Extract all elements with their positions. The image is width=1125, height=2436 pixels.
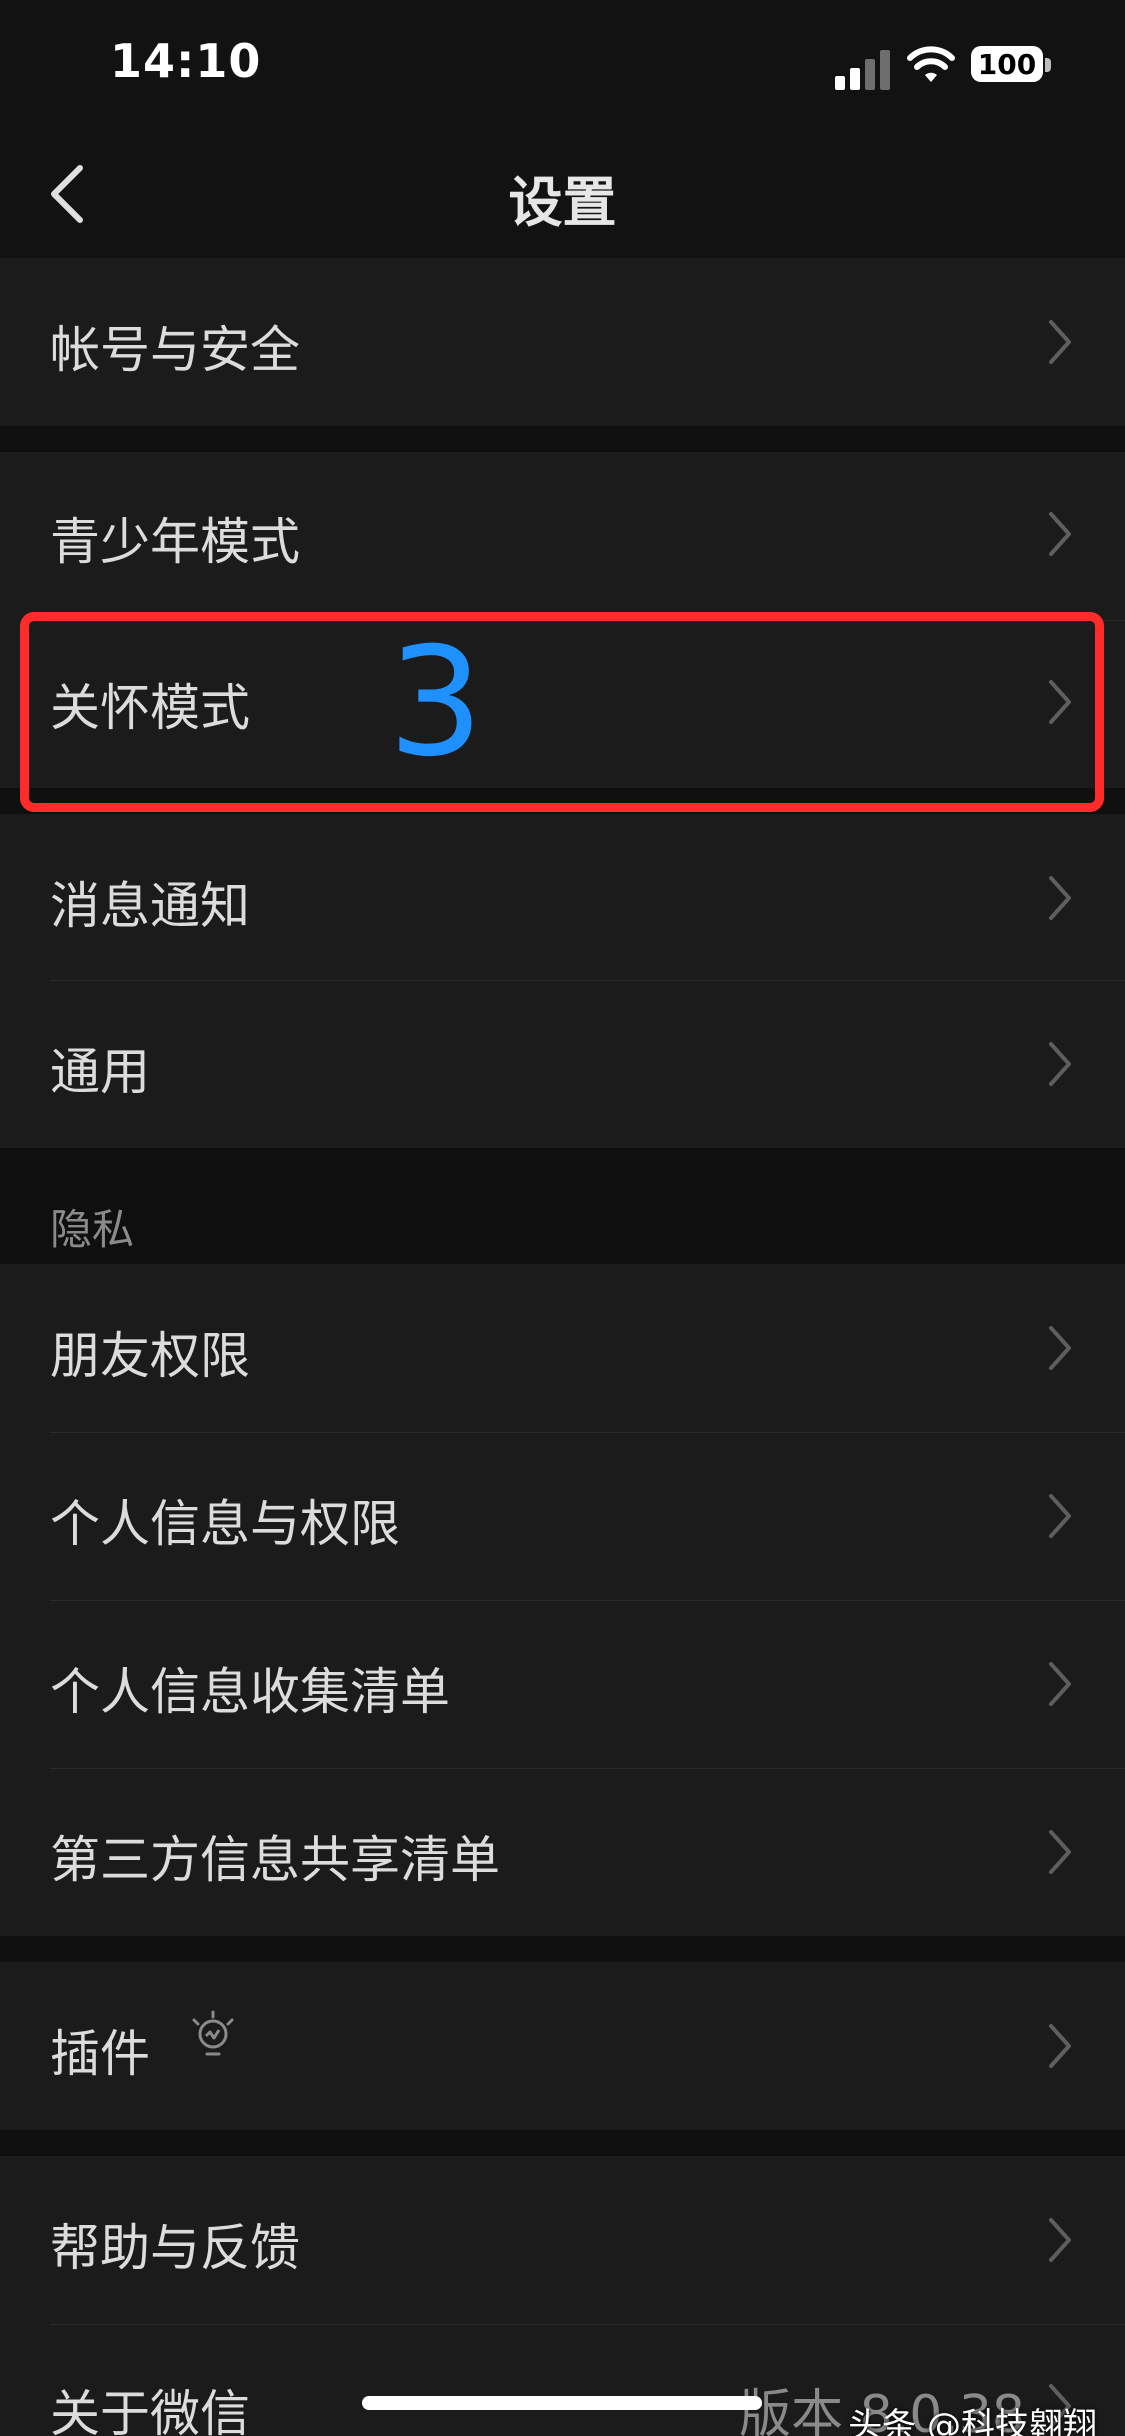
divider — [50, 2324, 1125, 2325]
chevron-right-icon — [1049, 2024, 1071, 2068]
battery-tip — [1045, 58, 1051, 72]
divider — [50, 1600, 1125, 1601]
settings-item-label: 关于微信 — [50, 2385, 250, 2436]
settings-item-label: 第三方信息共享清单 — [50, 1831, 500, 1889]
settings-screen: 14:10 100 设置 帐号与安全 青少年模式 关怀模式 消息通知 通用 隐私… — [0, 0, 1125, 2436]
chevron-right-icon — [1049, 512, 1071, 556]
lightbulb-icon — [192, 2010, 234, 2056]
settings-item-label: 个人信息收集清单 — [50, 1663, 450, 1721]
wifi-icon — [907, 46, 955, 82]
chevron-right-icon — [1049, 1326, 1071, 1370]
settings-item-plugins[interactable]: 插件 — [0, 1962, 1125, 2130]
settings-item-notifications[interactable]: 消息通知 — [0, 814, 1125, 980]
settings-item-label: 帐号与安全 — [50, 321, 300, 379]
signal-icon — [835, 50, 890, 90]
settings-item-label: 帮助与反馈 — [50, 2219, 300, 2277]
nav-bar: 设置 — [0, 130, 1125, 258]
chevron-right-icon — [1049, 1494, 1071, 1538]
watermark: 头条 @科技翱翔 — [848, 2406, 1097, 2436]
settings-item-general[interactable]: 通用 — [0, 980, 1125, 1148]
chevron-right-icon — [1049, 876, 1071, 920]
chevron-right-icon — [1049, 2218, 1071, 2262]
divider — [50, 1432, 1125, 1433]
status-bar: 14:10 100 — [0, 0, 1125, 130]
settings-item-label: 通用 — [50, 1043, 150, 1101]
settings-item-label: 朋友权限 — [50, 1327, 250, 1385]
page-title: 设置 — [508, 171, 617, 234]
step-number: 3 — [388, 616, 484, 790]
divider — [50, 980, 1125, 981]
highlight-box — [20, 612, 1104, 812]
settings-item-youth-mode[interactable]: 青少年模式 — [0, 452, 1125, 620]
settings-item-label: 个人信息与权限 — [50, 1495, 400, 1553]
status-time: 14:10 — [110, 34, 262, 88]
settings-item-label: 插件 — [50, 2025, 150, 2083]
status-icons: 100 — [835, 40, 1055, 90]
battery-icon: 100 — [971, 46, 1043, 82]
settings-item-personal-info[interactable]: 个人信息与权限 — [0, 1432, 1125, 1600]
chevron-right-icon — [1049, 320, 1071, 364]
settings-item-label: 青少年模式 — [50, 513, 300, 571]
chevron-right-icon — [1049, 1662, 1071, 1706]
settings-item-friend-permissions[interactable]: 朋友权限 — [0, 1264, 1125, 1432]
settings-item-label: 消息通知 — [50, 877, 250, 935]
chevron-right-icon — [1049, 1042, 1071, 1086]
settings-item-help-feedback[interactable]: 帮助与反馈 — [0, 2156, 1125, 2324]
divider — [50, 1768, 1125, 1769]
chevron-right-icon — [1049, 1830, 1071, 1874]
settings-item-third-party-sharing[interactable]: 第三方信息共享清单 — [0, 1768, 1125, 1936]
settings-item-account-security[interactable]: 帐号与安全 — [0, 258, 1125, 426]
home-indicator[interactable] — [362, 2396, 762, 2410]
settings-item-info-collection[interactable]: 个人信息收集清单 — [0, 1600, 1125, 1768]
section-header-privacy: 隐私 — [50, 1205, 135, 1254]
